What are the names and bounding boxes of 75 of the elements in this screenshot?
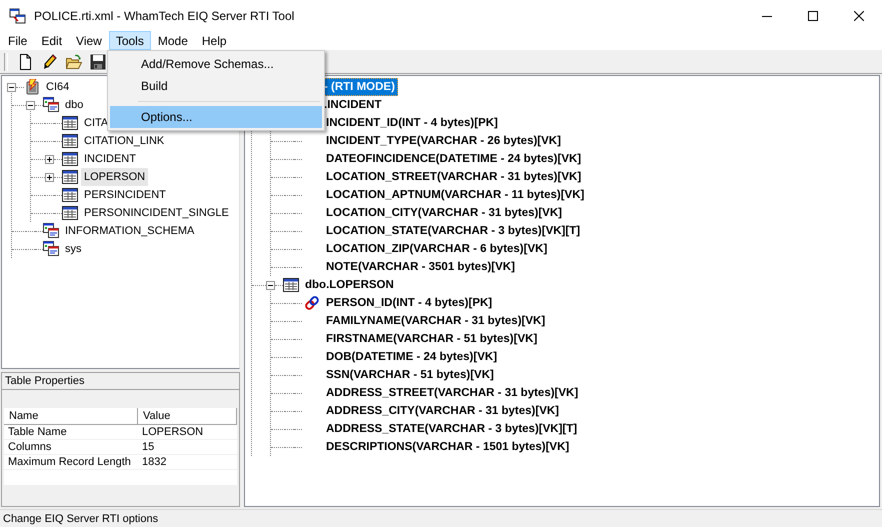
tree-item[interactable]: INCIDENT_ID(INT - 4 bytes)[PK] [323,114,501,132]
tree-item[interactable]: DOB(DATETIME - 24 bytes)[VK] [323,348,500,366]
tree-item[interactable]: FIRSTNAME(VARCHAR - 51 bytes)[VK] [323,330,540,348]
collapse-button[interactable] [266,280,275,290]
menu-item[interactable]: Build [110,75,322,97]
database-icon [24,79,40,95]
collapse-button[interactable] [7,82,16,92]
table-icon [62,115,78,131]
plus-icon [45,154,54,164]
tree-item[interactable]: CITATION_LINK [81,132,168,150]
tree-item[interactable]: DESCRIPTIONS(VARCHAR - 1501 bytes)[VK] [323,438,572,456]
tree-item[interactable]: ADDRESS_STATE(VARCHAR - 3 bytes)[VK][T] [323,420,580,438]
tree-item[interactable]: INCIDENT_TYPE(VARCHAR - 26 bytes)[VK] [323,132,564,150]
tree-item[interactable]: DATEOFINCIDENCE(DATETIME - 24 bytes)[VK] [323,150,584,168]
menu-item[interactable]: Tools [108,31,151,50]
tree-item[interactable]: sys [62,240,84,258]
table-icon [62,169,78,185]
tree-item[interactable]: .INCIDENT [321,96,384,114]
tree-item[interactable]: PERSONINCIDENT_SINGLE [81,204,232,222]
table-cell: 1832 [138,455,237,470]
table-cell: Table Name [4,425,138,440]
tree-item[interactable]: LOCATION_CITY(VARCHAR - 31 bytes)[VK] [323,204,565,222]
tree-item[interactable]: PERSON_ID(INT - 4 bytes)[PK] [323,294,496,312]
plus-icon [45,172,54,182]
column-header[interactable]: Value [138,408,237,425]
menu-item[interactable]: File [1,31,34,50]
tree-item[interactable]: PERSINCIDENT [81,186,169,204]
tree-item[interactable]: SSN(VARCHAR - 51 bytes)[VK] [323,366,497,384]
tree-item[interactable]: FAMILYNAME(VARCHAR - 31 bytes)[VK] [323,312,548,330]
table-icon [62,205,78,221]
tree-item[interactable]: LOCATION_STATE(VARCHAR - 3 bytes)[VK][T] [323,222,584,240]
menu-item[interactable]: Mode [150,31,195,50]
tree-item[interactable]: dbo [62,96,86,114]
tree-item[interactable]: CI64 [43,78,72,96]
maximize-icon [808,10,818,20]
pencil-icon [42,54,58,70]
tree-item[interactable]: INFORMATION_SCHEMA [62,222,198,240]
tree-item[interactable]: dbo.LOPERSON [302,276,397,294]
window-title: POLICE.rti.xml - WhamTech EIQ Server RTI Tool [34,8,294,22]
column-header[interactable]: Name [4,408,138,425]
app-icon [9,8,26,24]
open-folder-icon [66,54,82,70]
tree-item[interactable]: LOCATION_APTNUM(VARCHAR - 11 bytes)[VK] [323,186,588,204]
schema-icon [43,241,59,257]
table-cell: Maximum Record Length [4,455,138,470]
tree-item[interactable]: LOCATION_STREET(VARCHAR - 31 bytes)[VK] [323,168,584,186]
expand-button[interactable] [45,154,54,164]
menu-item[interactable]: Add/Remove Schemas... [110,53,322,75]
tree-item[interactable]: LOCATION_ZIP(VARCHAR - 6 bytes)[VK] [323,240,550,258]
collapse-button[interactable] [26,100,35,110]
table-cell: Columns [4,440,138,455]
panel-title: Table Properties [2,373,239,390]
table-icon [283,277,299,293]
new-file-icon [18,54,34,70]
menu-item[interactable]: Edit [34,31,70,50]
table-icon [62,133,78,149]
schema-icon [43,97,59,113]
menu-item[interactable]: Help [194,31,234,50]
tree-item[interactable]: NOTE(VARCHAR - 3501 bytes)[VK] [323,258,518,276]
tree-item[interactable]: INCIDENT [81,150,139,168]
table-cell: 15 [138,440,237,455]
key-link-icon [304,295,320,311]
tree-item[interactable]: LOPERSON [81,168,148,186]
table-icon [62,151,78,167]
tree-item[interactable]: ADDRESS_STREET(VARCHAR - 31 bytes)[VK] [323,384,582,402]
menu-item[interactable]: Options... [110,106,322,128]
tree-item[interactable]: ADDRESS_CITY(VARCHAR - 31 bytes)[VK] [323,402,562,420]
schema-icon [43,223,59,239]
status-text: Change EIQ Server RTI options [3,512,158,524]
menu-item[interactable]: View [69,31,109,50]
table-icon [62,187,78,203]
close-icon [854,10,864,20]
table-cell: LOPERSON [138,425,237,440]
tree-item[interactable]: CITA [81,114,112,132]
expand-button[interactable] [45,172,54,182]
